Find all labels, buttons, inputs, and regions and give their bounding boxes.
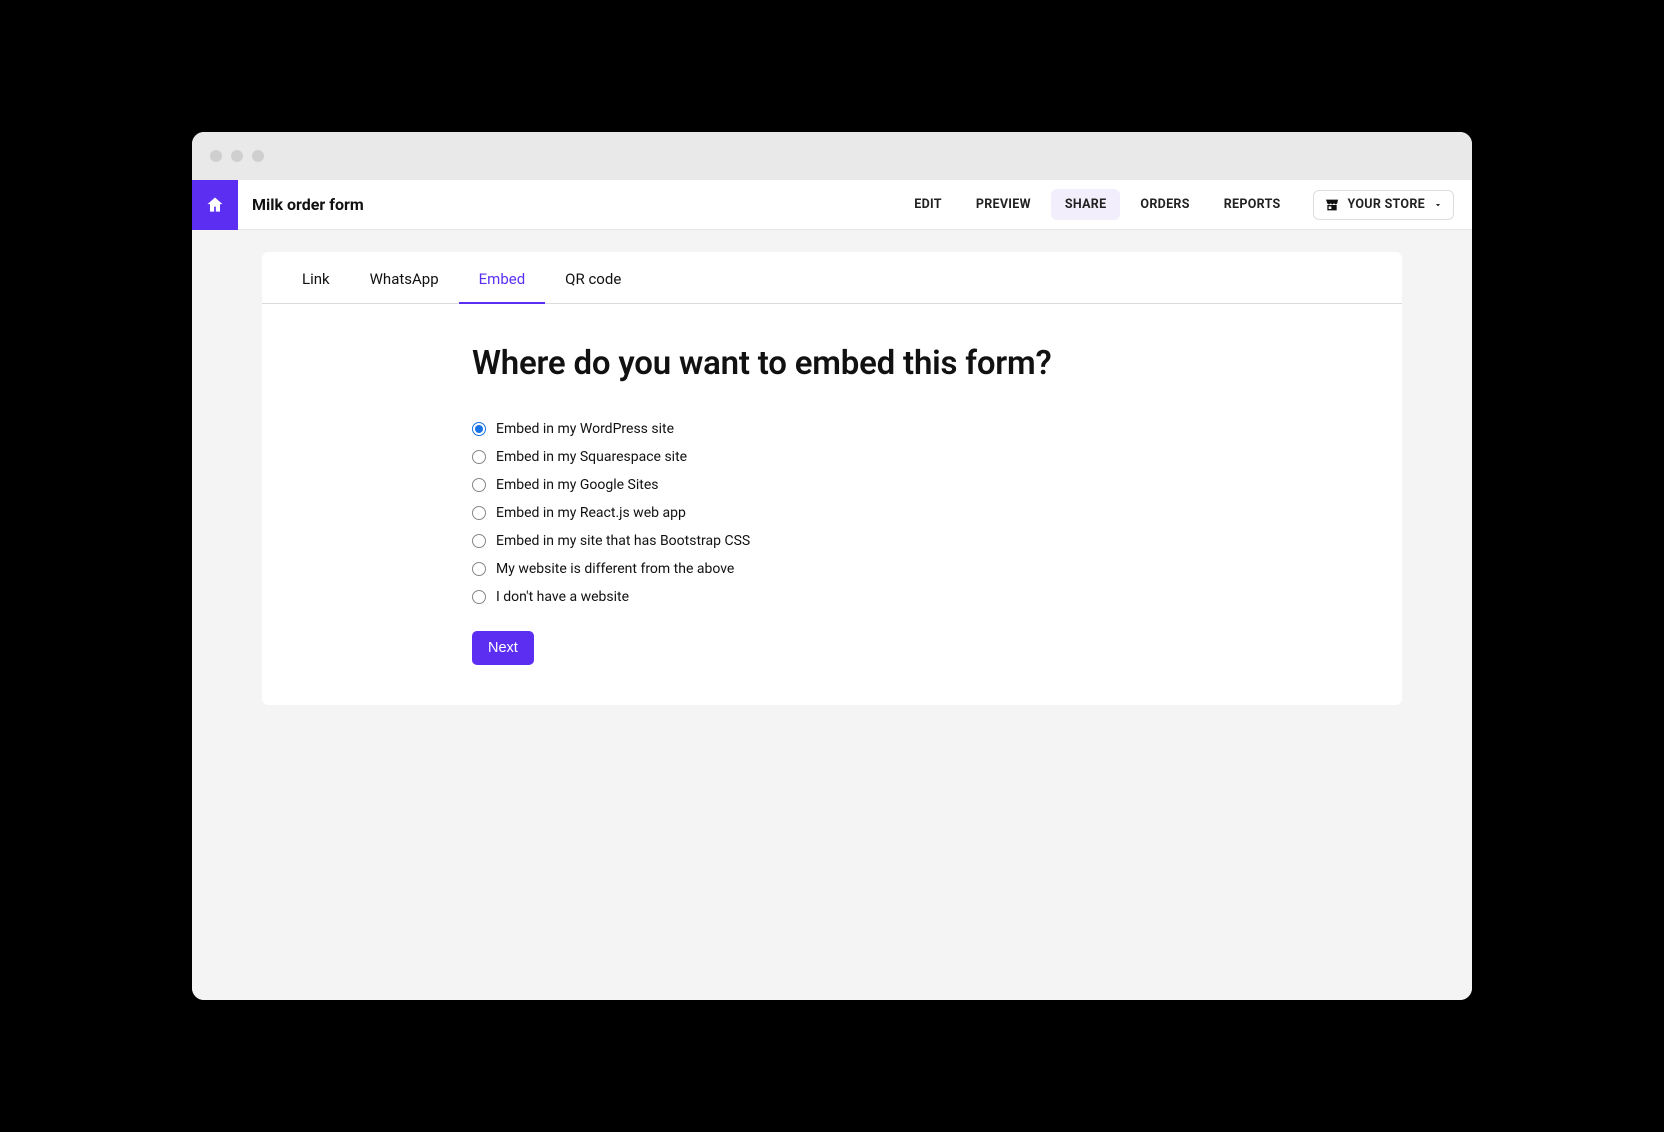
nav-preview[interactable]: PREVIEW xyxy=(962,189,1045,220)
radio-icon xyxy=(472,478,486,492)
window-dot-minimize[interactable] xyxy=(231,150,243,162)
browser-titlebar xyxy=(192,132,1472,180)
next-button[interactable]: Next xyxy=(472,631,534,665)
option-label: I don't have a website xyxy=(496,589,629,605)
radio-icon xyxy=(472,590,486,604)
home-button[interactable] xyxy=(192,180,238,230)
form-title: Milk order form xyxy=(238,195,364,214)
home-icon xyxy=(205,195,225,215)
option-label: My website is different from the above xyxy=(496,561,734,577)
option-label: Embed in my site that has Bootstrap CSS xyxy=(496,533,750,549)
share-tabs: Link WhatsApp Embed QR code xyxy=(262,252,1402,304)
content-wrap: Link WhatsApp Embed QR code Where do you… xyxy=(192,230,1472,727)
embed-option-no-website[interactable]: I don't have a website xyxy=(472,589,1172,605)
store-label: YOUR STORE xyxy=(1348,197,1425,212)
tab-whatsapp[interactable]: WhatsApp xyxy=(350,252,459,304)
window-dot-zoom[interactable] xyxy=(252,150,264,162)
embed-option-squarespace[interactable]: Embed in my Squarespace site xyxy=(472,449,1172,465)
radio-icon xyxy=(472,422,486,436)
option-label: Embed in my Squarespace site xyxy=(496,449,687,465)
your-store-dropdown[interactable]: YOUR STORE xyxy=(1313,190,1454,220)
embed-question: Where do you want to embed this form? xyxy=(472,344,1172,383)
share-card: Link WhatsApp Embed QR code Where do you… xyxy=(262,252,1402,705)
radio-icon xyxy=(472,534,486,548)
browser-frame: Milk order form EDIT PREVIEW SHARE ORDER… xyxy=(192,132,1472,1000)
radio-icon xyxy=(472,506,486,520)
tab-link[interactable]: Link xyxy=(282,252,350,304)
option-label: Embed in my WordPress site xyxy=(496,421,674,437)
embed-option-bootstrap[interactable]: Embed in my site that has Bootstrap CSS xyxy=(472,533,1172,549)
embed-option-other-website[interactable]: My website is different from the above xyxy=(472,561,1172,577)
embed-options: Embed in my WordPress site Embed in my S… xyxy=(472,421,1172,605)
topbar: Milk order form EDIT PREVIEW SHARE ORDER… xyxy=(192,180,1472,230)
nav-orders[interactable]: ORDERS xyxy=(1126,189,1203,220)
option-label: Embed in my React.js web app xyxy=(496,505,686,521)
tab-qrcode[interactable]: QR code xyxy=(545,252,641,304)
embed-panel: Where do you want to embed this form? Em… xyxy=(472,304,1172,665)
nav-reports[interactable]: REPORTS xyxy=(1210,189,1295,220)
embed-option-react[interactable]: Embed in my React.js web app xyxy=(472,505,1172,521)
topbar-nav: EDIT PREVIEW SHARE ORDERS REPORTS xyxy=(900,189,1294,220)
chevron-down-icon xyxy=(1433,200,1443,210)
window-dot-close[interactable] xyxy=(210,150,222,162)
embed-option-google-sites[interactable]: Embed in my Google Sites xyxy=(472,477,1172,493)
tab-embed[interactable]: Embed xyxy=(459,252,546,304)
app-root: Milk order form EDIT PREVIEW SHARE ORDER… xyxy=(192,180,1472,1000)
nav-edit[interactable]: EDIT xyxy=(900,189,956,220)
radio-icon xyxy=(472,562,486,576)
option-label: Embed in my Google Sites xyxy=(496,477,658,493)
nav-share[interactable]: SHARE xyxy=(1051,189,1121,220)
radio-icon xyxy=(472,450,486,464)
store-icon xyxy=(1324,197,1340,213)
embed-option-wordpress[interactable]: Embed in my WordPress site xyxy=(472,421,1172,437)
